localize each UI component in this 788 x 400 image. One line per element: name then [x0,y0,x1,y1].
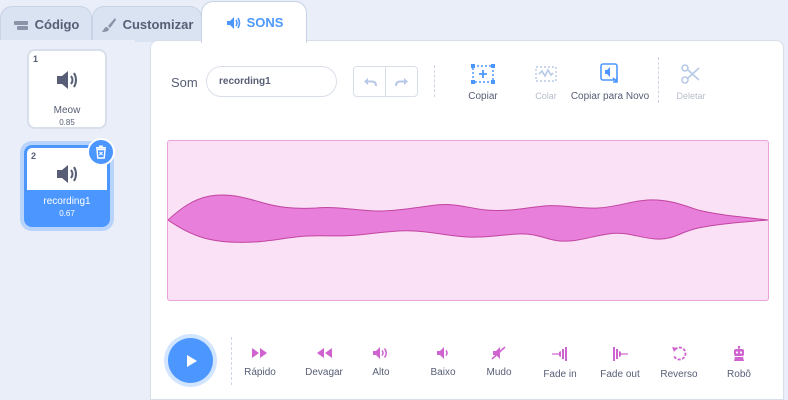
mute-icon [491,346,506,360]
scissors-icon [681,64,700,84]
volume-down-icon [437,347,448,359]
fade-in-icon [552,347,567,361]
delete-sound-button[interactable] [87,138,115,166]
copy-button[interactable]: Copiar [458,63,508,102]
effect-robot-label: Robô [727,369,751,380]
sound-editor: Som Copiar [150,40,784,400]
code-blocks-icon [13,20,28,30]
tab-sounds[interactable]: SONS [201,1,307,43]
effect-fade-in-button[interactable]: Fade in [530,346,590,380]
paste-button[interactable]: Colar [525,65,567,101]
waveform-panel[interactable] [167,140,769,301]
speaker-icon [57,71,77,89]
paste-icon [535,66,557,82]
effect-slower-button[interactable]: Devagar [294,346,354,378]
sound-number: 2 [31,151,37,161]
volume-up-icon [373,347,387,359]
effect-mute-button[interactable]: Mudo [469,346,529,378]
tab-sounds-label: SONS [246,15,284,30]
reverse-icon [672,346,687,361]
robot-icon [734,346,744,361]
effect-fade-out-label: Fade out [600,369,640,380]
paste-label: Colar [535,91,557,101]
tab-code[interactable]: Código [0,6,92,42]
fast-forward-icon [252,348,267,358]
tab-costumes[interactable]: Customizar [92,6,202,42]
sound-duration: 0.67 [59,209,75,218]
tab-code-label: Código [34,17,80,32]
effect-fade-in-label: Fade in [543,369,577,380]
effect-softer-button[interactable]: Baixo [413,346,473,378]
undo-redo-group [353,66,418,97]
redo-button[interactable] [385,67,417,96]
sound-name: recording1 [43,196,91,207]
fade-out-icon [613,347,628,361]
effect-robot-button[interactable]: Robô [709,346,769,380]
sound-number: 1 [33,54,39,64]
speaker-icon [226,16,240,29]
toolbar-divider [658,57,659,103]
sound-list: 1 Meow 0.85 2 recording1 0.67 [0,40,135,400]
copy-to-new-icon [600,63,618,83]
effect-faster-button[interactable]: Rápido [230,346,290,378]
effect-louder-button[interactable]: Alto [351,346,411,378]
redo-icon [394,77,408,86]
copy-icon [471,64,495,84]
effect-faster-label: Rápido [244,367,276,378]
paintbrush-icon [101,17,116,32]
effect-softer-label: Baixo [430,367,456,378]
undo-icon [363,77,377,86]
play-icon [186,354,197,367]
toolbar-divider [434,65,435,97]
copy-to-new-label: Copiar para Novo [570,91,650,102]
tab-costumes-label: Customizar [122,17,194,32]
effect-slower-label: Devagar [305,367,343,378]
effect-louder-label: Alto [372,367,390,378]
effect-fade-out-button[interactable]: Fade out [590,346,650,380]
sound-name: Meow [53,105,81,116]
sound-duration: 0.85 [59,118,75,127]
effect-mute-label: Mudo [486,367,512,378]
rewind-icon [317,348,332,358]
sound-tile[interactable]: 1 Meow 0.85 [27,49,107,129]
undo-button[interactable] [354,67,385,96]
sound-name-label: Som [171,75,198,90]
effect-reverse-button[interactable]: Reverso [649,346,709,380]
delete-label: Deletar [676,91,706,101]
sound-tile-selected[interactable]: 2 recording1 0.67 [24,138,115,227]
sound-name-input[interactable] [206,66,337,97]
speaker-icon [57,165,77,183]
trash-icon [96,145,106,159]
effect-reverse-label: Reverso [660,369,698,380]
delete-button[interactable]: Deletar [671,63,711,101]
copy-label: Copiar [468,91,498,102]
waveform-shape [167,194,769,243]
play-button[interactable] [168,338,213,383]
editor-tabs: Código Customizar SONS [0,0,788,43]
copy-to-new-button[interactable]: Copiar para Novo [569,63,651,102]
